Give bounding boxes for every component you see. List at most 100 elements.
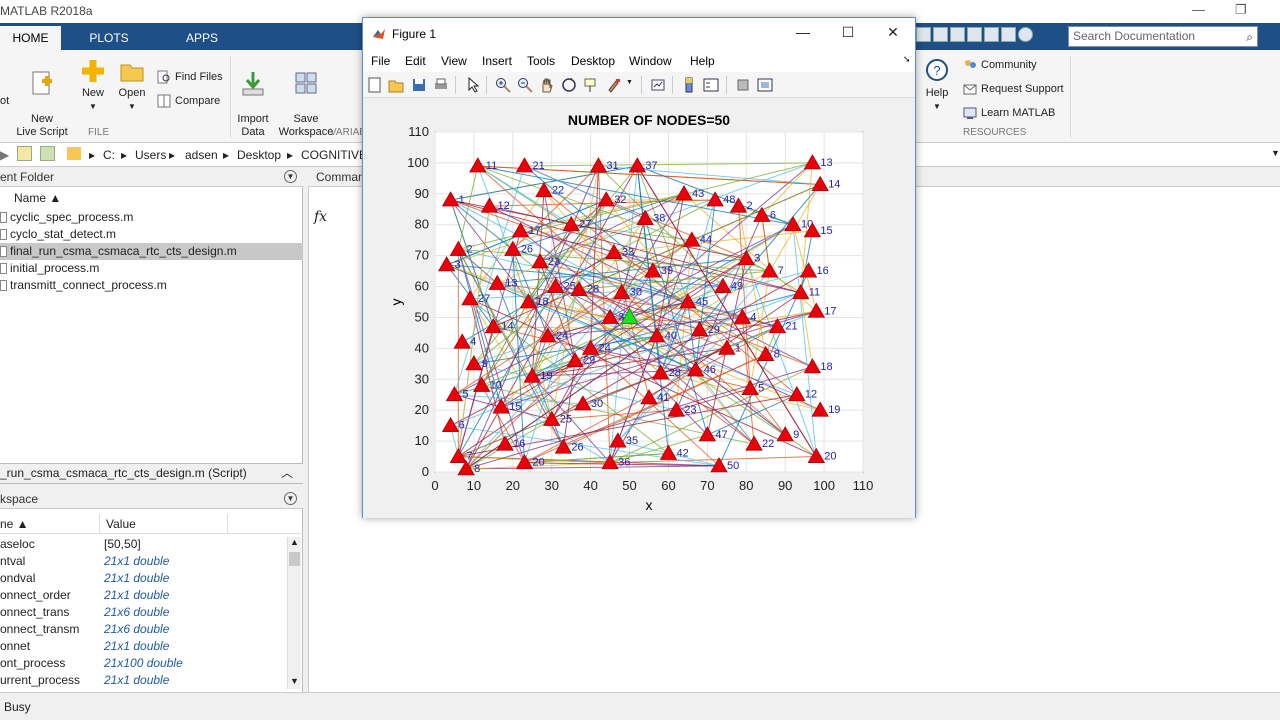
- value-column-header[interactable]: Value: [99, 514, 136, 534]
- variable-row[interactable]: onnect_order 21x1 double: [0, 587, 290, 604]
- menu-desktop[interactable]: Desktop: [571, 54, 615, 68]
- open-chevron-down-icon[interactable]: ▼: [117, 100, 147, 113]
- file-row[interactable]: initial_process.m: [0, 260, 303, 277]
- menu-file[interactable]: File: [371, 54, 390, 68]
- menu-help[interactable]: Help: [690, 54, 715, 68]
- data-cursor-icon[interactable]: [583, 77, 599, 93]
- menu-view[interactable]: View: [441, 54, 467, 68]
- panel-menu-icon[interactable]: ▼: [284, 170, 297, 183]
- new-button[interactable]: New ▼: [78, 58, 108, 113]
- path-segment[interactable]: C:: [103, 148, 115, 162]
- menu-edit[interactable]: Edit: [405, 54, 426, 68]
- figure-maximize-button[interactable]: ☐: [838, 24, 858, 41]
- node-label: 9: [482, 358, 488, 370]
- redo-icon[interactable]: [984, 27, 999, 43]
- workspace-scrollbar[interactable]: ▲ ▼: [287, 537, 301, 689]
- scroll-thumb[interactable]: [289, 552, 300, 566]
- back-icon[interactable]: ▶: [0, 148, 9, 162]
- collapse-chevron-icon[interactable]: ︿: [281, 464, 293, 483]
- node-topology-plot[interactable]: 1234567891011121314151617181920212223242…: [363, 98, 915, 518]
- print-icon[interactable]: [433, 77, 449, 93]
- search-documentation-input[interactable]: Search Documentation ⌕: [1068, 26, 1258, 47]
- copy-icon[interactable]: [950, 27, 965, 43]
- compare-button[interactable]: Compare: [157, 94, 220, 108]
- brush-dropdown-icon[interactable]: ▼: [626, 79, 633, 86]
- search-icon[interactable]: ⌕: [1246, 28, 1253, 47]
- file-row-selected[interactable]: final_run_csma_csmaca_rtc_cts_design.m: [0, 243, 303, 260]
- tab-apps[interactable]: APPS: [170, 26, 234, 50]
- new-chevron-down-icon[interactable]: ▼: [78, 100, 108, 113]
- link-plot-icon[interactable]: [650, 77, 666, 93]
- function-browser-icon[interactable]: fx: [314, 209, 327, 225]
- x-tick-label: 70: [700, 478, 714, 493]
- partial-ribbon-button[interactable]: ot: [0, 95, 9, 108]
- minimize-button[interactable]: —: [1192, 2, 1205, 17]
- request-support-link[interactable]: Request Support: [963, 82, 1064, 96]
- figure-window[interactable]: Figure 1 — ☐ ✕ File Edit View Insert Too…: [362, 17, 916, 518]
- file-row[interactable]: transmitt_connect_process.m: [0, 277, 303, 294]
- menu-insert[interactable]: Insert: [482, 54, 512, 68]
- cut-icon[interactable]: [933, 27, 948, 43]
- path-segment[interactable]: Users: [135, 148, 166, 162]
- variable-row[interactable]: ondval 21x1 double: [0, 570, 290, 587]
- select-arrow-icon[interactable]: [465, 77, 481, 93]
- help-button[interactable]: ? Help ▼: [922, 58, 952, 113]
- help-chevron-down-icon[interactable]: ▼: [922, 100, 952, 113]
- hide-plot-tools-icon[interactable]: [735, 77, 751, 93]
- details-bar[interactable]: _run_csma_csmaca_rtc_cts_design.m (Scrip…: [0, 463, 303, 484]
- variable-row[interactable]: onnet 21x1 double: [0, 638, 290, 655]
- path-segment[interactable]: adsen: [185, 148, 218, 162]
- insert-legend-icon[interactable]: [703, 77, 719, 93]
- open-button[interactable]: Open ▼: [117, 58, 147, 113]
- variable-row[interactable]: ont_process 21x100 double: [0, 655, 290, 672]
- scroll-up-icon[interactable]: ▲: [290, 537, 299, 547]
- insert-colorbar-icon[interactable]: [681, 77, 697, 93]
- plot-area[interactable]: 1 2 3 4 5 6 7 8 9 10 11 12 13 14 15 16 17 18 19 20 21 22 23 24 2…: [363, 98, 915, 518]
- rotate-3d-icon[interactable]: [561, 77, 577, 93]
- help-icon[interactable]: [1018, 27, 1033, 43]
- variable-row[interactable]: onnect_trans 21x6 double: [0, 604, 290, 621]
- restore-button[interactable]: ❐: [1235, 2, 1247, 18]
- scroll-down-icon[interactable]: ▼: [290, 676, 299, 686]
- save-icon[interactable]: [916, 27, 931, 43]
- new-figure-icon[interactable]: [367, 77, 383, 93]
- brush-icon[interactable]: [606, 77, 622, 93]
- browse-folder-icon[interactable]: [40, 146, 55, 161]
- up-folder-icon[interactable]: [17, 146, 32, 161]
- menu-tools[interactable]: Tools: [527, 54, 555, 68]
- name-column-header[interactable]: Name ▲: [0, 188, 303, 208]
- open-file-icon[interactable]: [388, 77, 404, 93]
- learn-matlab-link[interactable]: Learn MATLAB: [963, 106, 1055, 120]
- show-plot-tools-icon[interactable]: [757, 77, 773, 93]
- variable-row[interactable]: aseloc [50,50]: [0, 536, 290, 553]
- tab-home[interactable]: HOME: [0, 26, 61, 50]
- undo-icon[interactable]: [967, 27, 982, 43]
- address-dropdown-icon[interactable]: ▼: [1271, 148, 1280, 158]
- save-workspace-button[interactable]: Save Workspace: [276, 58, 336, 139]
- file-row[interactable]: cyclo_stat_detect.m: [0, 226, 303, 243]
- zoom-out-icon[interactable]: [517, 77, 533, 93]
- zoom-in-icon[interactable]: [495, 77, 511, 93]
- new-live-script-button[interactable]: New Live Script: [14, 58, 70, 139]
- variable-row[interactable]: ntval 21x1 double: [0, 553, 290, 570]
- save-figure-icon[interactable]: [411, 77, 427, 93]
- figure-title-bar[interactable]: Figure 1 — ☐ ✕: [363, 18, 915, 49]
- figure-minimize-button[interactable]: —: [793, 24, 813, 40]
- menu-window[interactable]: Window: [629, 54, 672, 68]
- file-row[interactable]: cyclic_spec_process.m: [0, 209, 303, 226]
- name-column-header[interactable]: ne ▲: [0, 514, 29, 534]
- switch-windows-icon[interactable]: [1001, 27, 1016, 43]
- variable-row[interactable]: onnect_transm 21x6 double: [0, 621, 290, 638]
- path-segment[interactable]: COGNITIVE: [301, 148, 367, 162]
- community-link[interactable]: Community: [963, 58, 1037, 72]
- tab-plots[interactable]: PLOTS: [77, 26, 141, 50]
- section-resources-label: RESOURCES: [963, 127, 1027, 138]
- pan-hand-icon[interactable]: [539, 77, 555, 93]
- find-files-button[interactable]: Find Files: [157, 70, 223, 84]
- path-segment[interactable]: Desktop: [237, 148, 281, 162]
- panel-menu-icon[interactable]: ▼: [284, 492, 297, 505]
- figure-close-button[interactable]: ✕: [883, 24, 903, 41]
- dock-arrow-icon[interactable]: ➘: [903, 54, 911, 65]
- import-data-button[interactable]: Import Data: [234, 58, 272, 139]
- variable-row[interactable]: urrent_process 21x1 double: [0, 672, 290, 689]
